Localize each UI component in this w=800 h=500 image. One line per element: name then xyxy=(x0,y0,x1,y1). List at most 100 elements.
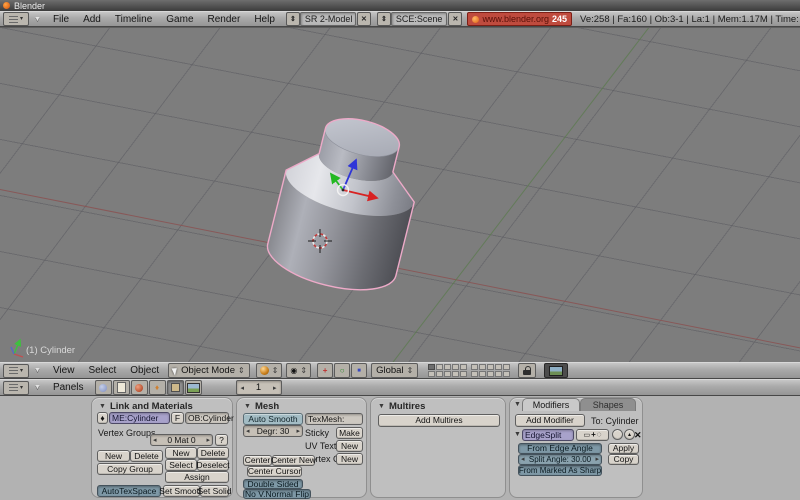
auto-smooth-toggle[interactable]: Auto Smooth xyxy=(243,413,303,425)
auto-name-button[interactable]: ♦ xyxy=(97,412,108,424)
logic-context-button[interactable] xyxy=(95,380,112,395)
cylinder-object[interactable] xyxy=(261,105,430,301)
panel-collapse-icon[interactable]: ▼ xyxy=(99,403,106,410)
layer-button[interactable] xyxy=(495,371,502,377)
object-context-button[interactable]: ♦ xyxy=(149,380,166,395)
increment-icon[interactable]: ▸ xyxy=(206,437,210,444)
panel-collapse-icon[interactable]: ▼ xyxy=(244,403,251,410)
modifier-collapse-icon[interactable]: ▼ xyxy=(514,431,521,438)
menu-render[interactable]: Render xyxy=(201,14,248,25)
decrement-icon[interactable]: ◂ xyxy=(521,456,525,463)
layer-button[interactable] xyxy=(436,371,443,377)
degr-field[interactable]: ◂ Degr: 30 ▸ xyxy=(243,425,303,437)
layer-button[interactable] xyxy=(479,371,486,377)
menu-game[interactable]: Game xyxy=(159,14,200,25)
layer-button[interactable] xyxy=(436,364,443,370)
copy-button[interactable]: Copy xyxy=(608,454,639,465)
object-datablock-field[interactable]: OB:Cylinder xyxy=(185,412,229,424)
copy-group-button[interactable]: Copy Group xyxy=(97,463,163,475)
layer-button[interactable] xyxy=(503,371,510,377)
material-new-button[interactable]: New xyxy=(165,447,197,459)
window-type-button[interactable]: ▾ xyxy=(3,364,29,378)
header-collapse-icon[interactable]: ▼ xyxy=(34,16,41,23)
3d-viewport[interactable]: (1) Cylinder xyxy=(0,27,800,363)
layer-button[interactable] xyxy=(487,364,494,370)
menu-object[interactable]: Object xyxy=(123,365,166,376)
menu-help[interactable]: Help xyxy=(247,14,282,25)
sticky-make-button[interactable]: Make xyxy=(336,427,363,439)
layer-button[interactable] xyxy=(452,364,459,370)
editing-context-button[interactable] xyxy=(167,380,184,395)
scene-datablock-field[interactable]: SCE:Scene xyxy=(391,12,448,26)
scene-browse-button[interactable]: ⇕ xyxy=(377,12,391,26)
scene-context-button[interactable] xyxy=(185,380,202,395)
manipulator-scale-button[interactable]: ■ xyxy=(351,363,367,378)
window-type-button[interactable]: ▾ xyxy=(3,12,29,26)
center-button[interactable]: Center xyxy=(243,455,272,466)
delete-modifier-icon[interactable]: ✕ xyxy=(634,430,642,441)
render-toggle-icon[interactable]: ▭ xyxy=(583,432,590,439)
apply-button[interactable]: Apply xyxy=(608,443,639,454)
assign-button[interactable]: Assign xyxy=(165,471,229,483)
editmode-toggle-icon[interactable]: + xyxy=(591,431,596,439)
layer-button[interactable] xyxy=(428,371,435,377)
panel-collapse-icon[interactable]: ▼ xyxy=(378,403,385,410)
increment-icon[interactable]: ▸ xyxy=(296,428,300,435)
screen-close-button[interactable]: ✕ xyxy=(357,12,371,26)
frame-number-field[interactable]: ◂ 1 ▸ xyxy=(236,380,282,395)
screen-datablock-field[interactable]: SR 2-Model xyxy=(300,12,356,26)
layer-1-button[interactable] xyxy=(428,364,435,370)
lock-layers-button[interactable] xyxy=(518,363,536,378)
add-modifier-button[interactable]: Add Modifier xyxy=(515,414,585,427)
orientation-selector[interactable]: Global ⇕ xyxy=(371,363,418,378)
modifier-pin-button[interactable] xyxy=(612,429,623,440)
header-collapse-icon[interactable]: ▼ xyxy=(34,384,41,391)
cage-toggle-icon[interactable]: ◌ xyxy=(597,431,602,439)
decrement-icon[interactable]: ◂ xyxy=(246,428,250,435)
draw-type-selector[interactable]: ⇕ xyxy=(256,363,283,378)
tab-shapes[interactable]: Shapes xyxy=(580,398,636,411)
help-button[interactable]: ? xyxy=(215,434,228,446)
layer-button[interactable] xyxy=(444,364,451,370)
split-angle-field[interactable]: ◂ Split Angle: 30.00 ▸ xyxy=(518,454,602,465)
script-context-button[interactable] xyxy=(113,380,130,395)
increment-icon[interactable]: ▸ xyxy=(273,384,277,392)
panel-collapse-icon[interactable]: ▼ xyxy=(514,401,521,408)
from-edge-angle-toggle[interactable]: From Edge Angle xyxy=(518,443,602,454)
deselect-button[interactable]: Deselect xyxy=(197,459,229,471)
layer-button[interactable] xyxy=(495,364,502,370)
from-marked-sharp-toggle[interactable]: From Marked As Sharp xyxy=(518,465,602,476)
material-delete-button[interactable]: Delete xyxy=(197,447,229,459)
layer-button[interactable] xyxy=(460,371,467,377)
panel-header[interactable]: ▼ Multires xyxy=(378,400,425,412)
uv-new-button[interactable]: New xyxy=(336,440,363,452)
vgroup-new-button[interactable]: New xyxy=(97,450,130,462)
mesh-datablock-field[interactable]: ME:Cylinder xyxy=(109,412,170,424)
panel-header[interactable]: ▼ Link and Materials xyxy=(99,400,193,412)
material-counter-field[interactable]: ◂ 0 Mat 0 ▸ xyxy=(150,434,213,446)
panel-header[interactable]: ▼ Mesh xyxy=(244,400,279,412)
autotexspace-toggle[interactable]: AutoTexSpace xyxy=(97,485,161,497)
layer-button[interactable] xyxy=(444,371,451,377)
window-type-button[interactable]: ▾ xyxy=(3,381,29,395)
panels-menu[interactable]: Panels xyxy=(46,382,91,393)
modifier-display-toggles[interactable]: ▭ + ◌ xyxy=(576,429,609,441)
layer-button[interactable] xyxy=(503,364,510,370)
layer-button[interactable] xyxy=(487,371,494,377)
render-preview-button[interactable] xyxy=(544,363,568,378)
center-cursor-button[interactable]: Center Cursor xyxy=(247,466,302,477)
select-button[interactable]: Select xyxy=(165,459,197,471)
scene-close-button[interactable]: ✕ xyxy=(448,12,462,26)
center-new-button[interactable]: Center New xyxy=(272,455,315,466)
mode-selector[interactable]: Object Mode ⇕ xyxy=(168,363,250,378)
header-collapse-icon[interactable]: ▼ xyxy=(34,367,41,374)
shading-context-button[interactable] xyxy=(131,380,148,395)
menu-add[interactable]: Add xyxy=(76,14,108,25)
double-sided-toggle[interactable]: Double Sided xyxy=(243,479,303,489)
manipulator-rotate-button[interactable]: ○ xyxy=(334,363,350,378)
vgroup-delete-button[interactable]: Delete xyxy=(130,450,163,462)
vertex-color-new-button[interactable]: New xyxy=(336,453,363,465)
menu-file[interactable]: File xyxy=(46,14,76,25)
screen-browse-button[interactable]: ⇕ xyxy=(286,12,300,26)
menu-view[interactable]: View xyxy=(46,365,82,376)
